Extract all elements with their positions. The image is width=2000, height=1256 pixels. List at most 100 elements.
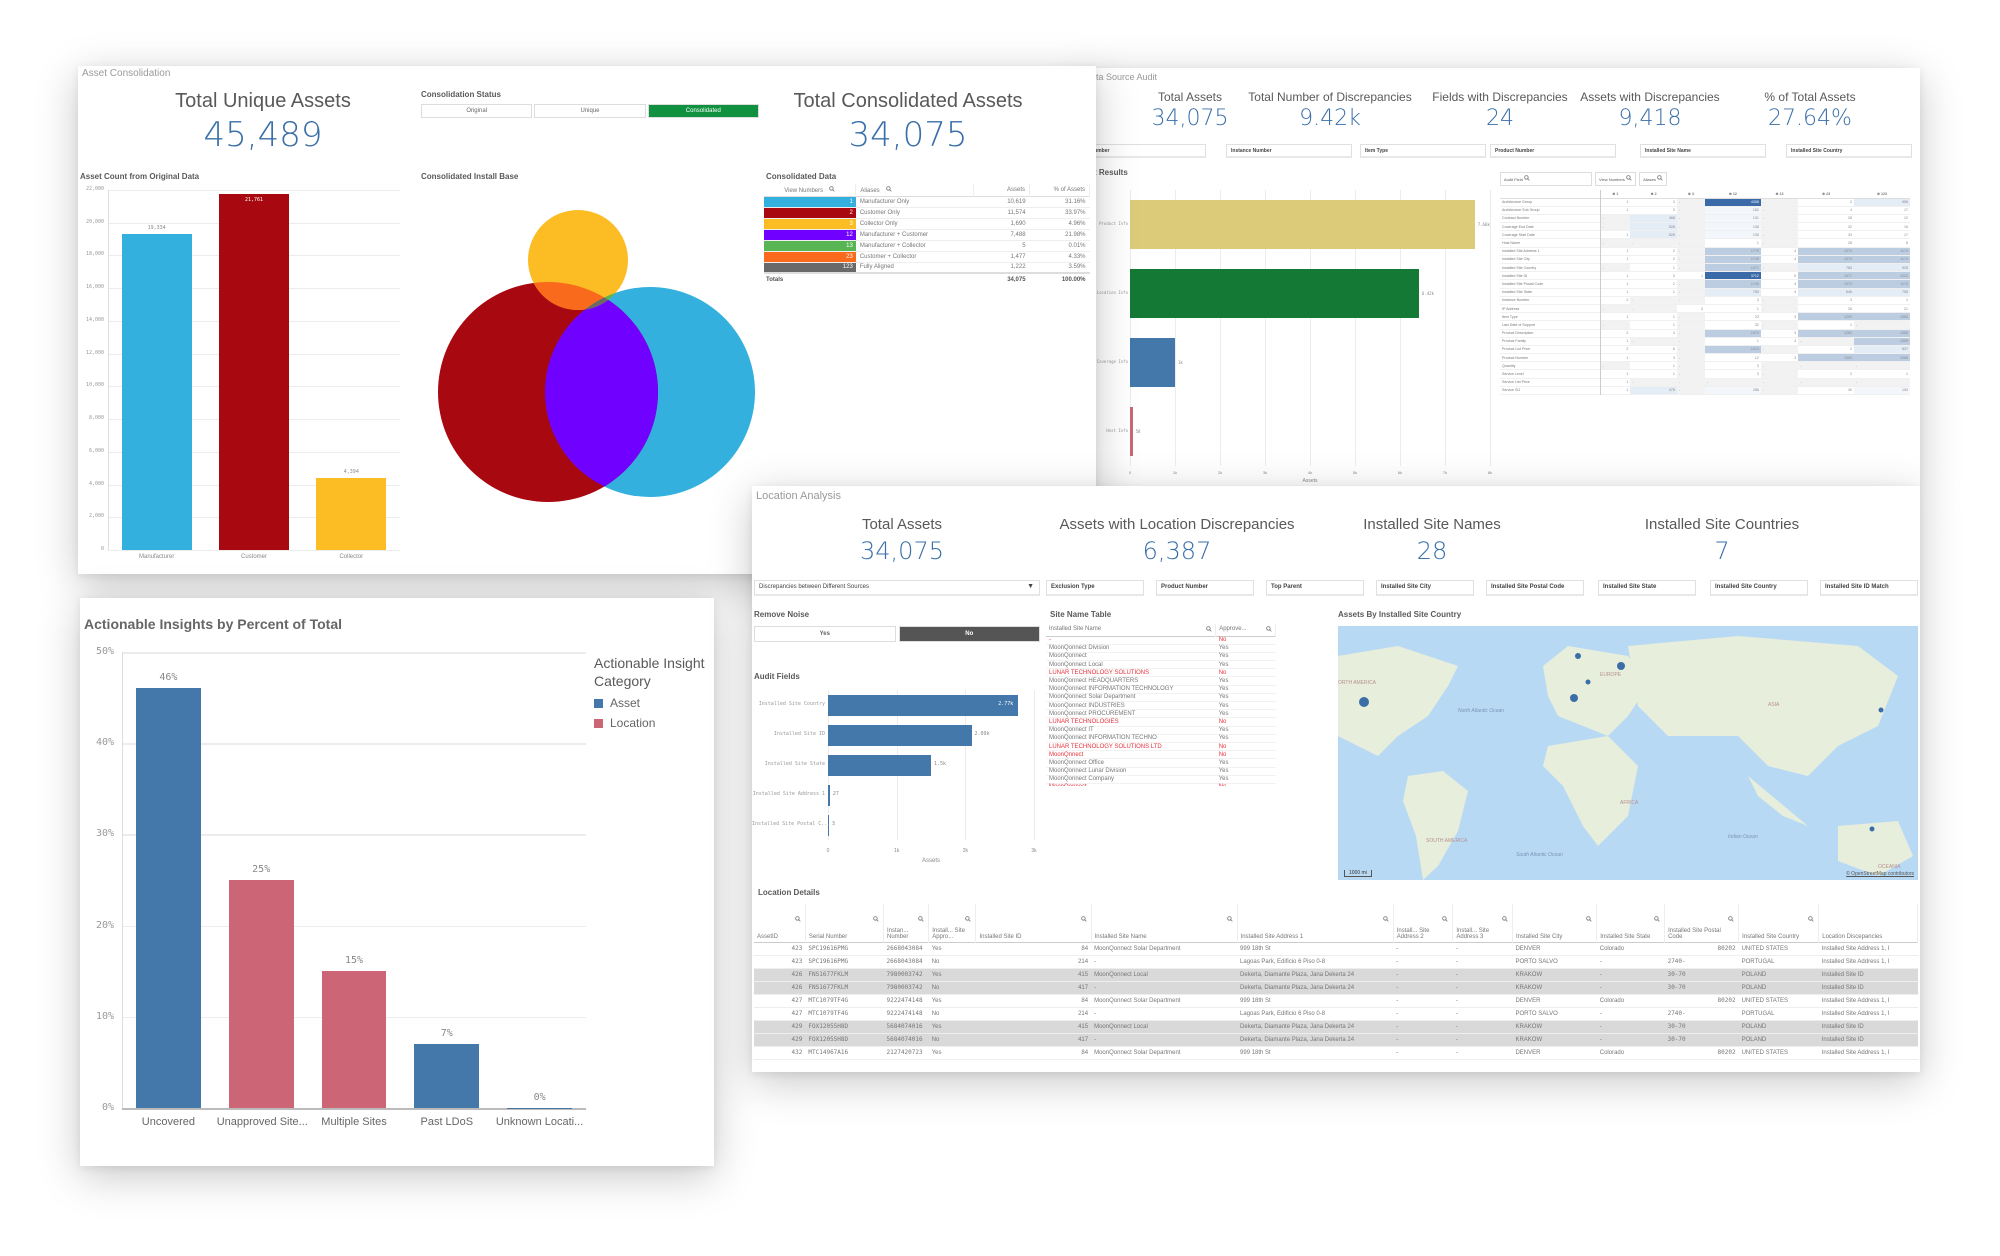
- pivot-row[interactable]: Installed Site State 1 1-750 4 646 755: [1500, 288, 1910, 297]
- search-icon[interactable]: [1226, 916, 1233, 924]
- bar-installed-site-country[interactable]: [828, 694, 1019, 716]
- filter-product-number[interactable]: Product Number: [1490, 144, 1616, 158]
- column-header[interactable]: Installed Site ID: [975, 904, 1092, 942]
- filter-installed-site-id-match[interactable]: Installed Site ID Match: [1820, 580, 1918, 596]
- pivot-row[interactable]: Product Number 1 3-12 3 1302 1065: [1500, 353, 1910, 362]
- map-marker[interactable]: [1878, 707, 1884, 713]
- remove-noise-yes[interactable]: Yes: [754, 626, 896, 642]
- column-header[interactable]: View Numbers: [764, 184, 857, 196]
- map-marker[interactable]: [1575, 653, 1581, 659]
- table-row[interactable]: 1 Manufacturer Only 10,619 31.16%: [764, 196, 1090, 208]
- pivot-row[interactable]: Installed Site Address 1 1 2-1775 4 1374 1174: [1500, 247, 1910, 256]
- search-icon[interactable]: [1502, 916, 1508, 924]
- map-attribution[interactable]: © OpenStreetMap contributors: [1846, 871, 1914, 877]
- bar-installed-site-id[interactable]: [828, 724, 972, 746]
- remove-noise-no[interactable]: No: [898, 626, 1040, 642]
- pivot-row[interactable]: Coverage Start Date 1 526-135-33 17: [1500, 230, 1910, 239]
- pivot-row[interactable]: Product List Price 2 6-1213-2 837: [1500, 345, 1910, 354]
- bar-installed-site-address-1[interactable]: [828, 784, 830, 806]
- table-row[interactable]: MoonQonnect INDUSTRIES Yes: [1046, 702, 1276, 710]
- search-icon[interactable]: [1654, 916, 1660, 924]
- pivot-row[interactable]: Coverage End Date -526-138-32 16: [1500, 222, 1910, 231]
- pivot-row[interactable]: Product Description 2 3-1473 3 1283 1065: [1500, 329, 1910, 338]
- column-header[interactable]: Aliases: [855, 184, 975, 196]
- table-row[interactable]: MoonQonnect INFORMATION TECHNO Yes: [1046, 734, 1276, 743]
- column-header[interactable]: Instan... Number: [883, 904, 930, 942]
- column-header[interactable]: Approve...: [1215, 624, 1276, 636]
- table-row[interactable]: - No: [1046, 636, 1276, 645]
- pivot-row[interactable]: Service List Price 1- - - - - -: [1500, 378, 1910, 387]
- search-icon[interactable]: [965, 916, 972, 924]
- table-row[interactable]: MoonQonnect Company Yes: [1046, 775, 1276, 784]
- search-icon[interactable]: [1808, 916, 1814, 924]
- pivot-row[interactable]: Quantity -1-3- - -: [1500, 361, 1910, 370]
- column-header[interactable]: Install... Site Address 2: [1393, 904, 1454, 942]
- legend-item-asset[interactable]: Asset: [594, 696, 714, 710]
- search-icon[interactable]: [829, 185, 835, 194]
- column-header[interactable]: Installed Site State: [1596, 904, 1666, 942]
- pivot-column-filter[interactable]: View Numbers: [1595, 172, 1637, 186]
- bar-uncovered[interactable]: [135, 688, 201, 1108]
- pivot-column-header[interactable]: ⊕ 3: [1677, 190, 1705, 198]
- map-marker[interactable]: [1585, 679, 1591, 685]
- table-row[interactable]: 2 Customer Only 11,574 33.97%: [764, 207, 1090, 219]
- column-header[interactable]: Location Discepancies: [1818, 904, 1918, 942]
- search-icon[interactable]: [1586, 916, 1592, 924]
- search-icon[interactable]: [1657, 175, 1663, 182]
- table-row[interactable]: 432 MTC14967A16 2127420723 Yes 84 MoonQonnect…: [754, 1046, 1918, 1059]
- filter-product-number[interactable]: Product Number: [1156, 580, 1254, 596]
- pivot-row[interactable]: Service Level 1 1-3-2 1: [1500, 369, 1910, 379]
- pivot-row[interactable]: Installed Site City 1 2-1749 4 1373 1174: [1500, 255, 1910, 264]
- table-row[interactable]: 23 Customer + Collector 1,477 4.33%: [764, 251, 1090, 263]
- pivot-row[interactable]: IP Address - -3 1-26 21: [1500, 304, 1910, 313]
- map-marker[interactable]: [1359, 697, 1369, 707]
- bar-unapproved-site-[interactable]: [228, 880, 294, 1108]
- table-row[interactable]: MoonQonnect Office Yes: [1046, 759, 1276, 767]
- bar-unknown-locati-[interactable]: [507, 1108, 573, 1109]
- filter-al-number[interactable]: al Number: [1080, 144, 1206, 158]
- pivot-row[interactable]: Service SO 1 475-286-30 153: [1500, 386, 1910, 395]
- pivot-row[interactable]: Installed Site ID 1 3 1 3712 5 1477 1222: [1500, 271, 1910, 280]
- pivot-column-filter[interactable]: Aliases: [1639, 172, 1668, 186]
- column-header[interactable]: Installed Site Name: [1091, 904, 1238, 942]
- pivot-row[interactable]: Contract Number -468-131-28 12: [1500, 214, 1910, 223]
- pivot-row[interactable]: Instance Number 2- -3-3 1: [1500, 296, 1910, 305]
- pivot-row[interactable]: Installed Site Country -1-1071-783 929: [1500, 263, 1910, 272]
- table-row[interactable]: MoonQonnect Solar Department Yes: [1046, 693, 1276, 702]
- table-row[interactable]: 429 FOX12055H8D 5684074016 Yes 415 MoonQonnec…: [754, 1020, 1918, 1033]
- pivot-row[interactable]: Product Family 1- -1 3-1059: [1500, 337, 1910, 346]
- table-row[interactable]: LUNAR TECHNOLOGY SOLUTIONS No: [1046, 669, 1276, 677]
- filter-installed-site-state[interactable]: Installed Site State: [1598, 580, 1696, 596]
- table-row[interactable]: MoonQonnect HEADQUARTERS Yes: [1046, 677, 1276, 686]
- filter-top-parent[interactable]: Top Parent: [1266, 580, 1364, 596]
- bar-coverage-info[interactable]: [1130, 337, 1175, 388]
- table-row[interactable]: 423 SPC19616PMG 2668043084 No 214- Lagoas Par…: [754, 955, 1918, 968]
- map-marker[interactable]: [1617, 662, 1625, 670]
- search-icon[interactable]: [873, 916, 879, 924]
- column-header[interactable]: Installed Site Address 1: [1237, 904, 1394, 942]
- filter-installed-site-postal-code[interactable]: Installed Site Postal Code: [1486, 580, 1584, 596]
- bar-customer[interactable]: [218, 193, 290, 550]
- column-header[interactable]: % of Assets: [1029, 184, 1090, 196]
- bar-manufacturer[interactable]: [121, 233, 192, 550]
- filter-installed-site-country[interactable]: Installed Site Country: [1786, 144, 1912, 158]
- pivot-column-header[interactable]: ⊕ 23: [1798, 190, 1854, 198]
- table-row[interactable]: MoonQonnect Lunar Division Yes: [1046, 767, 1276, 776]
- pivot-row[interactable]: Item Type 1 1-23 3 1292 1063: [1500, 312, 1910, 321]
- column-header[interactable]: Serial Number: [805, 904, 885, 942]
- pivot-row[interactable]: Last Date of Support -1-32-1-: [1500, 320, 1910, 329]
- pivot-row[interactable]: Installed Site Postal Code 1 2-1749 4 1373 11…: [1500, 279, 1910, 289]
- column-header[interactable]: Install... Site Appro...: [928, 904, 977, 942]
- bar-installed-site-state[interactable]: [828, 754, 931, 776]
- filter-instance-number[interactable]: Instance Number: [1226, 144, 1352, 158]
- assets-map[interactable]: ORTH AMERICA North Atlantic Ocean EUROPE AS…: [1338, 626, 1918, 880]
- pivot-column-header[interactable]: ⊕ 12: [1705, 190, 1761, 198]
- table-row[interactable]: LUNAR TECHNOLOGY SOLUTIONS LTD No: [1046, 742, 1276, 751]
- filter-exclusion-type[interactable]: Exclusion Type: [1046, 580, 1144, 596]
- column-header[interactable]: Installed Site Country: [1738, 904, 1820, 942]
- filter-installed-site-country[interactable]: Installed Site Country: [1710, 580, 1808, 596]
- table-row[interactable]: 426 FNS1677FKLM 7980003742 Yes 415 MoonQonnec…: [754, 968, 1918, 981]
- column-header[interactable]: Install... Site Address 3: [1452, 904, 1513, 942]
- table-row[interactable]: MoonQonnect Local Yes: [1046, 661, 1276, 669]
- pivot-row-header[interactable]: Audit Field: [1500, 172, 1592, 186]
